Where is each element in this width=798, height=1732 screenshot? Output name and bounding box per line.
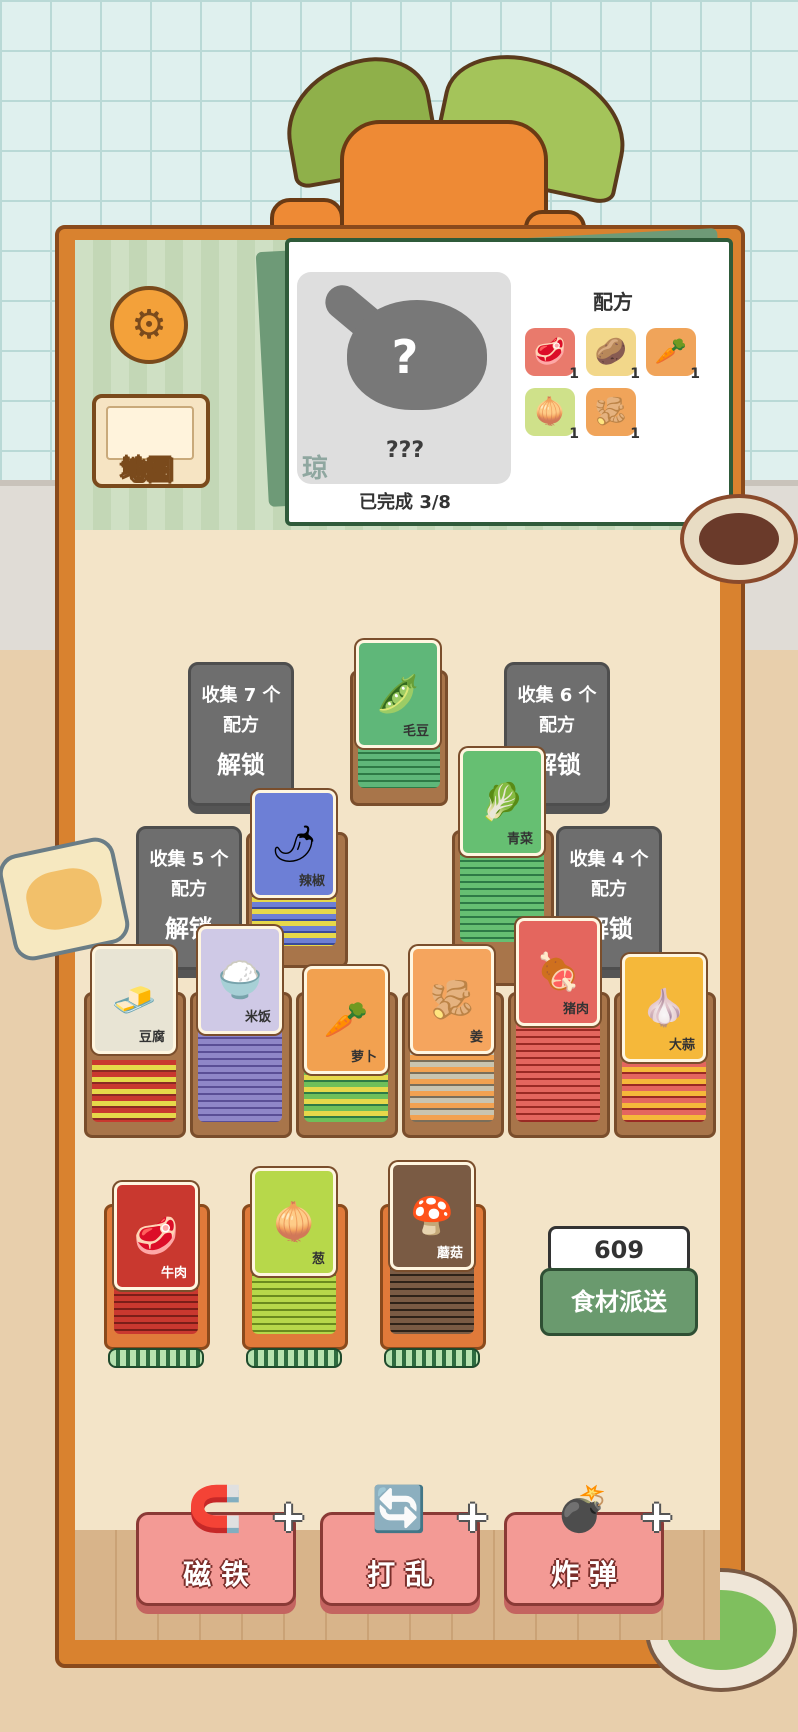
plus-icon[interactable]: + (638, 1491, 675, 1542)
locked-slot: 收集 7 个 配方 解锁 (188, 662, 294, 806)
recipe-title: 配方 (593, 290, 633, 314)
card-label: 大蒜 (668, 1038, 695, 1053)
ingredient-ginger: 🫚 1 (586, 388, 640, 442)
stack-layers (198, 1032, 282, 1122)
edamame-icon: 🫛 (375, 674, 421, 715)
card-pork[interactable]: 🍖 猪肉 (516, 918, 600, 1026)
bomb-label: 炸 弹 (551, 1558, 617, 1591)
card-label: 牛肉 (160, 1266, 187, 1281)
card-chili[interactable]: 🌶 辣椒 (252, 790, 336, 898)
card-label: 米饭 (244, 1010, 271, 1025)
plus-icon[interactable]: + (270, 1491, 307, 1542)
unlock-requirement-unit: 配方 (171, 879, 207, 900)
ingredient-counter: 609 (548, 1226, 690, 1274)
recipe-name: ??? (385, 438, 425, 463)
ingredient-radish: 🥕 1 (646, 328, 700, 382)
unlock-requirement: 收集 7 个 (201, 685, 281, 706)
card-label: 蘑菇 (436, 1246, 463, 1261)
stack-layers (622, 1062, 706, 1122)
card-label: 毛豆 (402, 724, 429, 739)
tray-progress-bar (384, 1348, 480, 1368)
recipe-stamp: 琼 (302, 454, 329, 484)
card-label: 辣椒 (298, 874, 325, 889)
ingredient-beef: 🥩 1 (525, 328, 579, 382)
card-tofu[interactable]: 🧈 豆腐 (92, 946, 176, 1054)
card-mushroom[interactable]: 🍄 蘑菇 (390, 1162, 474, 1270)
beef-icon: 🥩 (133, 1216, 179, 1257)
tofu-icon: 🧈 (111, 980, 157, 1021)
ginger-icon: 🫚 (429, 980, 475, 1021)
food-icon (699, 513, 779, 565)
chili-icon: 🌶 (271, 824, 317, 865)
unlock-requirement: 收集 5 个 (149, 849, 229, 870)
stack-layers (516, 1024, 600, 1122)
gear-icon[interactable]: ⚙ (110, 286, 188, 364)
plus-icon[interactable]: + (454, 1491, 491, 1542)
ingredient-count: 1 (569, 366, 579, 382)
ingredient-count: 1 (569, 426, 579, 442)
shuffle-button[interactable]: 🔄 + 打 乱 (320, 1484, 491, 1606)
garlic-icon: 🧄 (641, 988, 687, 1029)
ingredient-potato: 🥔 1 (586, 328, 640, 382)
card-label: 青菜 (506, 832, 533, 847)
stack-layers (92, 1060, 176, 1122)
stack-layers (390, 1262, 474, 1334)
mushroom-icon: 🍄 (409, 1196, 455, 1237)
scallion-icon: 🧅 (533, 397, 567, 427)
magnet-button[interactable]: 🧲 + 磁 铁 (136, 1484, 307, 1606)
card-garlic[interactable]: 🧄 大蒜 (622, 954, 706, 1062)
magnet-label: 磁 铁 (183, 1558, 249, 1591)
card-label: 猪肉 (562, 1002, 589, 1017)
shuffle-label: 打 乱 (367, 1558, 433, 1591)
card-greens[interactable]: 🥬 青菜 (460, 748, 544, 856)
unlock-requirement-unit: 配方 (539, 715, 575, 736)
card-rice[interactable]: 🍚 米饭 (198, 926, 282, 1034)
mystery-mark: ? (391, 330, 419, 384)
card-edamame[interactable]: 🫛 毛豆 (356, 640, 440, 748)
map-label: 地图 (120, 456, 173, 487)
unlock-requirement-unit: 配方 (591, 879, 627, 900)
card-label: 豆腐 (138, 1030, 165, 1045)
food-icon (21, 862, 107, 936)
potato-icon: 🥔 (594, 337, 628, 367)
shuffle-icon: 🔄 (371, 1484, 427, 1535)
pork-icon: 🍖 (535, 952, 581, 993)
rice-icon: 🍚 (217, 960, 263, 1001)
greens-icon: 🥬 (479, 782, 525, 823)
card-radish[interactable]: 🥕 萝卜 (304, 966, 388, 1074)
ingredient-scallion: 🧅 1 (525, 388, 579, 442)
ingredient-count: 1 (690, 366, 700, 382)
beef-icon: 🥩 (533, 337, 567, 367)
stack-layers (304, 1070, 388, 1122)
bomb-icon: 💣 (555, 1484, 611, 1535)
recipe-progress: 已完成 3/8 (359, 492, 451, 513)
ingredient-count: 1 (630, 366, 640, 382)
bomb-button[interactable]: 💣 + 炸 弹 (504, 1484, 675, 1606)
card-label: 葱 (311, 1252, 325, 1267)
card-beef[interactable]: 🥩 牛肉 (114, 1182, 198, 1290)
ingredient-count: 1 (630, 426, 640, 442)
stir-fry-dish-icon (680, 494, 798, 584)
scallion-icon: 🧅 (271, 1202, 317, 1243)
card-label: 萝卜 (350, 1050, 377, 1065)
dispatch-button[interactable]: 食材派送 (540, 1268, 698, 1336)
unlock-requirement: 收集 4 个 (569, 849, 649, 870)
unlock-requirement-unit: 配方 (223, 715, 259, 736)
radish-icon: 🥕 (654, 337, 688, 367)
ginger-icon: 🫚 (594, 397, 628, 427)
unlock-label: 解锁 (217, 751, 265, 779)
tray-progress-bar (246, 1348, 342, 1368)
card-ginger[interactable]: 🫚 姜 (410, 946, 494, 1054)
magnet-icon: 🧲 (187, 1484, 243, 1535)
card-scallion[interactable]: 🧅 葱 (252, 1168, 336, 1276)
radish-icon: 🥕 (323, 1000, 369, 1041)
tray-progress-bar (108, 1348, 204, 1368)
card-label: 姜 (469, 1030, 483, 1045)
unlock-requirement: 收集 6 个 (517, 685, 597, 706)
stack-layers (410, 1050, 494, 1122)
